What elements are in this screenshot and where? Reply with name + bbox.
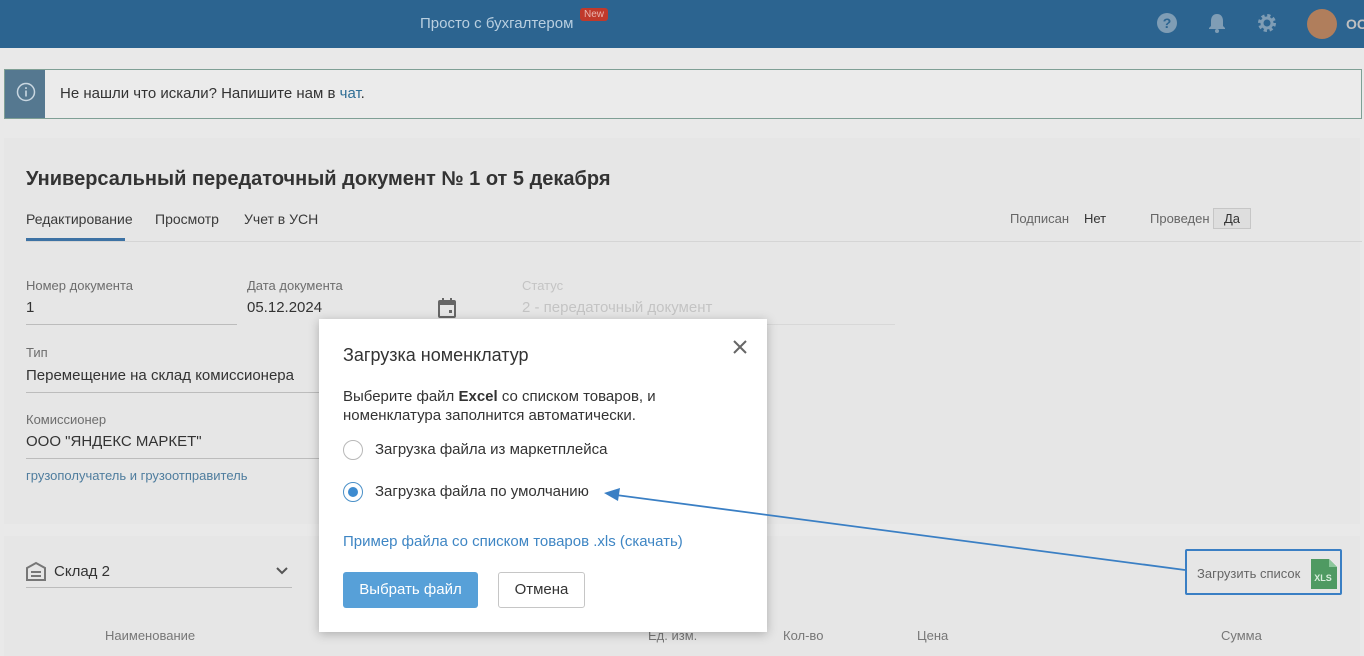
type-select[interactable]: Перемещение на склад комиссионера bbox=[26, 367, 294, 384]
info-banner: Не нашли что искали? Напишите нам в чат. bbox=[4, 69, 1362, 119]
warehouse-select[interactable]: Склад 2 bbox=[54, 563, 110, 580]
chat-link[interactable]: чат bbox=[340, 85, 361, 102]
info-side-panel bbox=[5, 70, 45, 118]
top-bar: Просто с бухгалтером New ? OC bbox=[0, 0, 1364, 48]
cancel-button[interactable]: Отмена bbox=[498, 572, 585, 608]
chevron-down-icon[interactable] bbox=[276, 567, 288, 575]
status-label: Статус bbox=[522, 278, 564, 293]
upload-list-button[interactable]: Загрузить список XLS bbox=[1185, 549, 1342, 595]
tab-usn[interactable]: Учет в УСН bbox=[244, 211, 318, 227]
col-header-price: Цена bbox=[917, 628, 949, 643]
warehouse-underline bbox=[26, 587, 292, 588]
sample-file-link[interactable]: Пример файла со списком товаров .xls (ск… bbox=[343, 533, 683, 550]
signed-label: Подписан bbox=[1010, 211, 1070, 226]
help-icon[interactable]: ? bbox=[1156, 12, 1178, 34]
posted-toggle[interactable]: Да bbox=[1213, 208, 1251, 229]
user-initials[interactable]: OC bbox=[1346, 16, 1364, 32]
choose-file-button[interactable]: Выбрать файл bbox=[343, 572, 478, 608]
tab-view[interactable]: Просмотр bbox=[155, 211, 219, 227]
consignee-link[interactable]: грузополучатель и грузоотправитель bbox=[26, 468, 248, 483]
warehouse-icon bbox=[26, 561, 46, 581]
col-header-sum: Сумма bbox=[1221, 628, 1262, 643]
tab-editing[interactable]: Редактирование bbox=[26, 211, 133, 227]
modal-description: Выберите файл Excel со списком товаров, … bbox=[343, 388, 656, 424]
radio-default[interactable] bbox=[343, 482, 363, 502]
upload-nomenclature-modal: Загрузка номенклатур Выберите файл Excel… bbox=[319, 319, 767, 632]
new-badge: New bbox=[580, 8, 609, 21]
modal-title: Загрузка номенклатур bbox=[343, 345, 529, 365]
info-message: Не нашли что искали? Напишите нам в чат. bbox=[60, 85, 365, 102]
doc-date-label: Дата документа bbox=[247, 278, 343, 293]
col-header-qty: Кол-во bbox=[783, 628, 824, 643]
page-title: Универсальный передаточный документ № 1 … bbox=[26, 168, 611, 190]
signed-toggle[interactable]: Нет bbox=[1084, 211, 1106, 226]
gear-icon[interactable] bbox=[1256, 12, 1278, 34]
promo-link[interactable]: Просто с бухгалтером bbox=[420, 15, 573, 32]
status-select[interactable]: 2 - передаточный документ bbox=[522, 299, 712, 316]
tabs-divider bbox=[26, 241, 1362, 242]
commissioner-underline bbox=[26, 458, 319, 459]
svg-text:?: ? bbox=[1163, 15, 1172, 31]
avatar[interactable] bbox=[1307, 9, 1337, 39]
commissioner-label: Комиссионер bbox=[26, 412, 107, 427]
commissioner-select[interactable]: ООО "ЯНДЕКС МАРКЕТ" bbox=[26, 433, 202, 450]
doc-number-input[interactable]: 1 bbox=[26, 299, 34, 316]
close-icon[interactable] bbox=[732, 339, 748, 355]
svg-text:XLS: XLS bbox=[1314, 573, 1332, 583]
info-icon bbox=[16, 82, 36, 102]
xls-file-icon: XLS bbox=[1311, 559, 1337, 589]
posted-label: Проведен bbox=[1150, 211, 1210, 226]
col-header-name: Наименование bbox=[105, 628, 196, 643]
doc-date-input[interactable]: 05.12.2024 bbox=[247, 299, 322, 316]
upload-list-label: Загрузить список bbox=[1197, 566, 1301, 581]
calendar-icon[interactable] bbox=[438, 298, 456, 318]
bell-icon[interactable] bbox=[1206, 12, 1228, 34]
radio-marketplace[interactable] bbox=[343, 440, 363, 460]
option-default-label: Загрузка файла по умолчанию bbox=[375, 483, 589, 500]
doc-number-label: Номер документа bbox=[26, 278, 134, 293]
type-underline bbox=[26, 392, 319, 393]
option-marketplace-label: Загрузка файла из маркетплейса bbox=[375, 441, 608, 458]
doc-number-underline bbox=[26, 324, 237, 325]
type-label: Тип bbox=[26, 345, 48, 360]
